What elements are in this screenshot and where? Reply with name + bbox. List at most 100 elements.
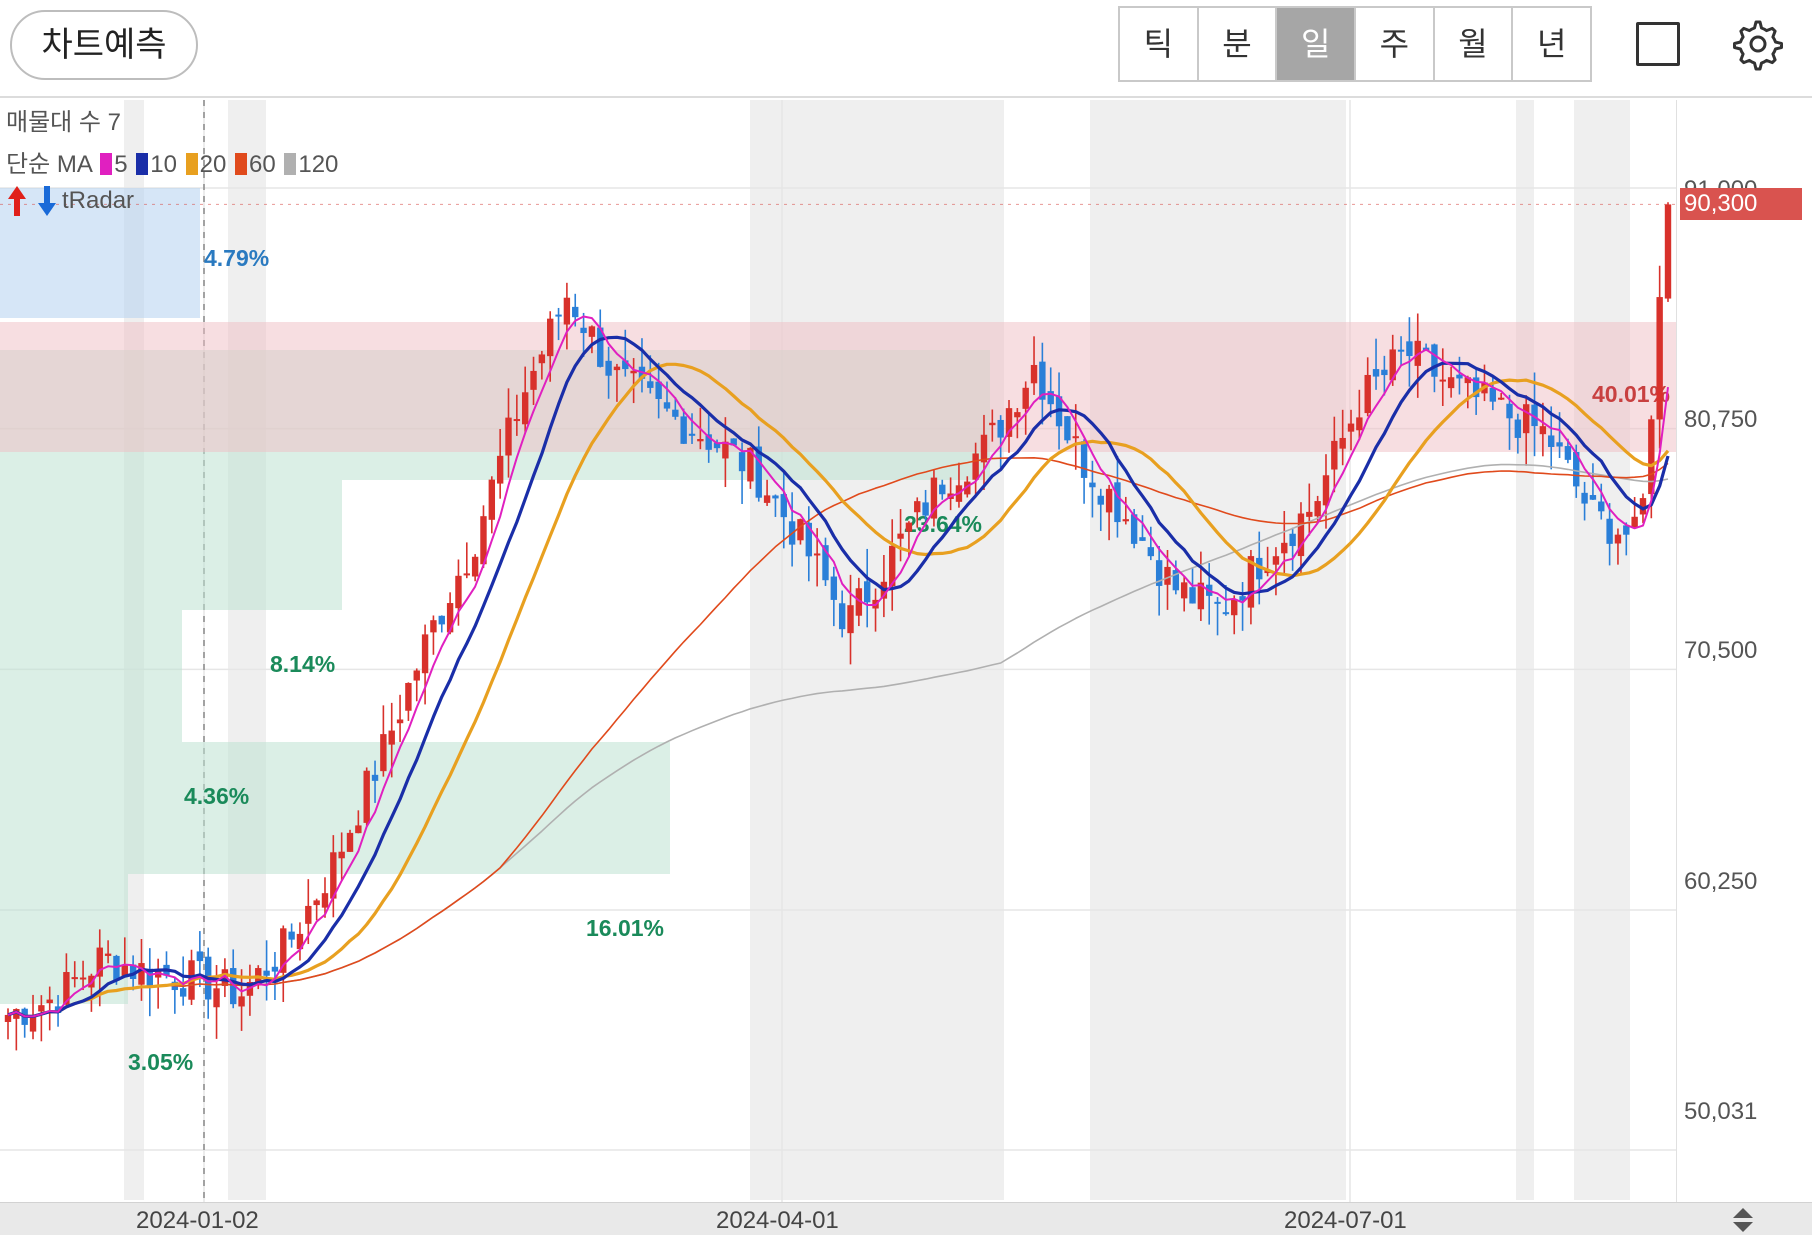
candle-body [914, 501, 921, 513]
candle-body [271, 966, 279, 972]
candle-body [238, 996, 245, 1007]
candle-body [496, 455, 504, 484]
candle-body [972, 453, 979, 480]
candle-body [572, 306, 579, 318]
period-day-button[interactable]: 일 [1277, 8, 1357, 80]
ma10-label: 10 [150, 151, 177, 178]
candle-body [1147, 547, 1155, 557]
x-label-apr: 2024-04-01 [716, 1207, 839, 1234]
candle-body [847, 605, 854, 634]
candle-body [997, 419, 1004, 438]
gear-icon[interactable] [1726, 14, 1786, 74]
period-selector: 틱 분 일 주 월 년 [1118, 6, 1592, 82]
candle-body [1014, 412, 1021, 418]
candle-body [313, 900, 320, 906]
candle-body [288, 931, 295, 940]
ma20-swatch [185, 153, 198, 175]
candlestick-chart-svg[interactable]: 4.79%8.14%4.36%16.01%3.05%23.64%40.01% [0, 100, 1812, 1210]
candle-body [939, 484, 946, 495]
candle-body [772, 495, 779, 499]
candle-body [513, 419, 521, 422]
candle-body [1406, 341, 1413, 357]
volume-profile-label-2: 4.36% [184, 783, 249, 809]
candle-body [355, 825, 362, 834]
candle-body [1139, 537, 1146, 541]
stock-chart-app: 차트예측 틱 분 일 주 월 년 4.79% 8.14% 4.36% 16.01% 3.… [0, 0, 1812, 1235]
candle-body [547, 318, 554, 357]
candle-body [613, 366, 621, 371]
candle-body [505, 417, 512, 456]
ma5-label: 5 [114, 151, 128, 178]
candle-body [463, 573, 470, 576]
ma60-label: 60 [248, 151, 276, 178]
candle-body [1105, 488, 1113, 513]
candle-body [905, 522, 913, 532]
volume-profile-bar-6 [0, 322, 1676, 452]
candle-body [46, 999, 53, 1004]
candle-body [1114, 482, 1121, 523]
ma10-swatch [136, 153, 149, 175]
candle-body [196, 951, 204, 962]
candle-body [989, 422, 996, 426]
x-axis: 2024-01-02 2024-04-01 2024-07-01 [0, 1202, 1812, 1235]
candle-body [338, 851, 345, 859]
candle-body [738, 452, 746, 472]
candle-body [1456, 374, 1463, 379]
candle-body [1381, 369, 1388, 376]
candle-body [1522, 404, 1530, 434]
volume-profile-label-5: 23.64% [904, 511, 982, 537]
candle-body [897, 533, 904, 539]
candle-body [830, 576, 838, 600]
period-year-button[interactable]: 년 [1513, 8, 1590, 80]
period-minute-button[interactable]: 분 [1199, 8, 1278, 80]
candle-body [1514, 419, 1522, 438]
candle-body [1022, 387, 1029, 409]
candle-body [1339, 437, 1346, 449]
candle-body [1080, 441, 1088, 478]
candle-body [838, 603, 846, 630]
candle-body [421, 634, 429, 674]
date-band-2 [750, 100, 1004, 1200]
candle-body [380, 734, 387, 772]
candle-body [346, 832, 354, 852]
period-month-button[interactable]: 월 [1435, 8, 1514, 80]
date-band-4 [1516, 100, 1534, 1200]
candle-body [1447, 377, 1455, 389]
candle-body [1664, 204, 1672, 299]
candle-body [438, 615, 445, 625]
candle-body [1314, 501, 1321, 517]
candle-body [863, 581, 871, 603]
chart-predict-button[interactable]: 차트예측 [10, 10, 198, 80]
fullscreen-square-icon[interactable] [1636, 22, 1680, 66]
price-chart[interactable]: 4.79% 8.14% 4.36% 16.01% 3.05% 23.64% 40.01% 매… [0, 100, 1812, 1210]
up-down-arrows-icon [8, 186, 56, 216]
candle-body [538, 354, 546, 364]
candle-body [1097, 495, 1104, 505]
candle-body [1089, 482, 1096, 488]
candle-body [605, 360, 612, 376]
candle-body [1589, 495, 1597, 500]
volume-profile-label-0: 4.79% [204, 245, 269, 271]
y-label-80750: 80,750 [1684, 406, 1758, 433]
candle-body [1431, 344, 1438, 377]
scroll-resize-icon[interactable] [1728, 1205, 1758, 1235]
candle-body [471, 556, 479, 577]
candle-body [1164, 566, 1171, 585]
candle-body [1272, 556, 1280, 565]
candle-body [588, 326, 596, 337]
candle-body [371, 774, 379, 781]
candle-body [763, 495, 771, 503]
candle-body [580, 327, 587, 334]
candle-body [405, 682, 412, 711]
period-week-button[interactable]: 주 [1356, 8, 1435, 80]
candle-body [1231, 599, 1238, 616]
date-band-5 [1574, 100, 1630, 1200]
candle-body [1439, 379, 1446, 382]
candle-body [1631, 516, 1638, 528]
candle-body [363, 770, 370, 823]
date-band-3 [1090, 100, 1346, 1200]
candle-body [521, 392, 529, 425]
period-tick-button[interactable]: 틱 [1120, 8, 1199, 80]
ma20-label: 20 [199, 151, 227, 178]
candle-body [563, 297, 571, 325]
